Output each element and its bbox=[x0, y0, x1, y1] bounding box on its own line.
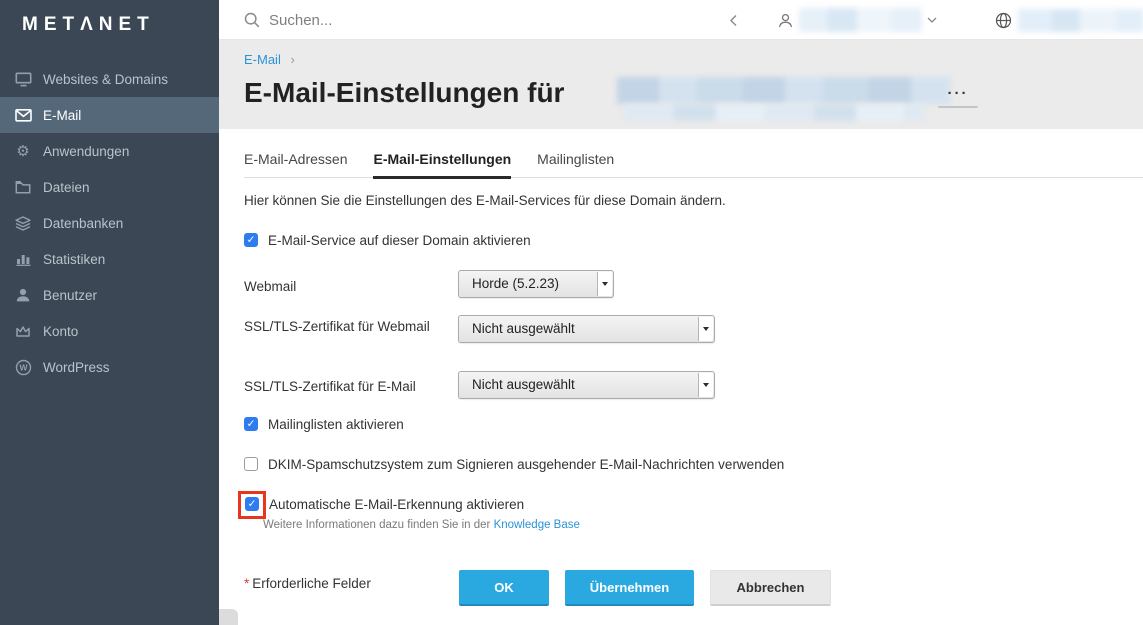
required-fields-note: *Erforderliche Felder bbox=[244, 576, 371, 591]
sidebar-item-label: Datenbanken bbox=[43, 216, 123, 231]
sidebar-item-label: Anwendungen bbox=[43, 144, 129, 159]
dkim-row: DKIM-Spamschutzsystem zum Signieren ausg… bbox=[244, 457, 784, 472]
search-input[interactable] bbox=[269, 12, 459, 29]
sidebar-item-label: Statistiken bbox=[43, 252, 105, 267]
ssl-email-label: SSL/TLS-Zertifikat für E-Mail bbox=[244, 377, 436, 398]
wordpress-icon: W bbox=[14, 358, 32, 376]
sidebar-item-wordpress[interactable]: W WordPress bbox=[0, 349, 219, 385]
autodiscover-row: Automatische E-Mail-Erkennung aktivieren bbox=[245, 497, 524, 512]
dropdown-arrow-icon bbox=[597, 272, 612, 296]
more-options-button[interactable]: ··· bbox=[938, 84, 978, 108]
breadcrumb: E-Mail › bbox=[244, 52, 295, 67]
cancel-button[interactable]: Abbrechen bbox=[710, 570, 831, 606]
dkim-label: DKIM-Spamschutzsystem zum Signieren ausg… bbox=[268, 457, 784, 472]
breadcrumb-email-link[interactable]: E-Mail bbox=[244, 52, 281, 67]
intro-text: Hier können Sie die Einstellungen des E-… bbox=[244, 193, 726, 208]
sidebar-item-konto[interactable]: Konto bbox=[0, 313, 219, 349]
metanet-logo: METΛNET bbox=[22, 14, 155, 36]
scroll-corner bbox=[219, 609, 238, 625]
bar-chart-icon bbox=[14, 250, 32, 268]
sidebar-nav: Websites & Domains E-Mail ⚙ Anwendungen … bbox=[0, 61, 219, 385]
autodiscover-label: Automatische E-Mail-Erkennung aktivieren bbox=[269, 497, 524, 512]
tab-mailinglisten[interactable]: Mailinglisten bbox=[537, 151, 614, 179]
sidebar-item-statistiken[interactable]: Statistiken bbox=[0, 241, 219, 277]
search-bar bbox=[244, 0, 459, 40]
crown-icon bbox=[14, 322, 32, 340]
main-content: E-Mail-Adressen E-Mail-Einstellungen Mai… bbox=[219, 129, 1143, 625]
page-title: E-Mail-Einstellungen für bbox=[244, 77, 564, 109]
monitor-icon bbox=[14, 70, 32, 88]
red-highlight-annotation bbox=[238, 491, 266, 519]
search-icon bbox=[244, 12, 260, 28]
mailinglists-label: Mailinglisten aktivieren bbox=[268, 417, 404, 432]
email-service-checkbox[interactable] bbox=[244, 233, 258, 247]
globe-icon bbox=[995, 12, 1012, 29]
sidebar-item-email[interactable]: E-Mail bbox=[0, 97, 219, 133]
sidebar-item-label: WordPress bbox=[43, 360, 110, 375]
svg-text:W: W bbox=[19, 362, 28, 372]
email-service-label: E-Mail-Service auf dieser Domain aktivie… bbox=[268, 233, 531, 248]
user-menu[interactable] bbox=[778, 8, 937, 32]
webmail-select-value: Horde (5.2.23) bbox=[472, 276, 559, 291]
required-asterisk: * bbox=[244, 576, 249, 591]
dkim-checkbox[interactable] bbox=[244, 457, 258, 471]
envelope-icon bbox=[14, 106, 32, 124]
user-icon bbox=[14, 286, 32, 304]
chevron-down-icon bbox=[927, 17, 937, 23]
sidebar-item-datenbanken[interactable]: Datenbanken bbox=[0, 205, 219, 241]
ssl-email-select-value: Nicht ausgewählt bbox=[472, 377, 575, 392]
webmail-label: Webmail bbox=[244, 277, 436, 298]
hint-text: Weitere Informationen dazu finden Sie in… bbox=[263, 519, 490, 531]
knowledge-base-link[interactable]: Knowledge Base bbox=[494, 519, 580, 531]
sidebar-item-label: E-Mail bbox=[43, 108, 81, 123]
chevron-left-icon[interactable] bbox=[729, 14, 738, 27]
dropdown-arrow-icon bbox=[698, 317, 713, 341]
ssl-email-select[interactable]: Nicht ausgewählt bbox=[458, 371, 715, 399]
sidebar-item-label: Dateien bbox=[43, 180, 90, 195]
redacted-domain-name bbox=[1018, 9, 1143, 32]
required-text: Erforderliche Felder bbox=[252, 576, 371, 591]
layers-icon bbox=[14, 214, 32, 232]
sidebar: METΛNET Websites & Domains E-Mail ⚙ Anwe… bbox=[0, 0, 219, 625]
breadcrumb-separator: › bbox=[290, 52, 294, 67]
sidebar-item-benutzer[interactable]: Benutzer bbox=[0, 277, 219, 313]
folder-icon bbox=[14, 178, 32, 196]
gear-icon: ⚙ bbox=[14, 142, 32, 160]
dropdown-arrow-icon bbox=[698, 373, 713, 397]
topbar-right bbox=[729, 0, 1143, 40]
ssl-webmail-select-value: Nicht ausgewählt bbox=[472, 321, 575, 336]
redacted-user-name bbox=[799, 8, 921, 32]
webmail-select[interactable]: Horde (5.2.23) bbox=[458, 270, 614, 298]
page-header: E-Mail › E-Mail-Einstellungen für ··· bbox=[219, 40, 1143, 129]
redacted-domain-title-lower bbox=[624, 104, 924, 121]
topbar bbox=[219, 0, 1143, 40]
tab-email-adressen[interactable]: E-Mail-Adressen bbox=[244, 151, 347, 179]
tab-email-einstellungen[interactable]: E-Mail-Einstellungen bbox=[373, 151, 511, 179]
person-icon bbox=[778, 13, 793, 28]
redacted-domain-title bbox=[617, 77, 950, 104]
autodiscover-hint: Weitere Informationen dazu finden Sie in… bbox=[263, 519, 580, 531]
sidebar-item-label: Konto bbox=[43, 324, 78, 339]
sidebar-item-dateien[interactable]: Dateien bbox=[0, 169, 219, 205]
tab-bar: E-Mail-Adressen E-Mail-Einstellungen Mai… bbox=[244, 151, 1143, 178]
email-service-row: E-Mail-Service auf dieser Domain aktivie… bbox=[244, 233, 531, 248]
ssl-webmail-label: SSL/TLS-Zertifikat für Webmail bbox=[244, 317, 436, 338]
action-buttons: OK Übernehmen Abbrechen bbox=[459, 570, 831, 606]
sidebar-item-label: Websites & Domains bbox=[43, 72, 168, 87]
apply-button[interactable]: Übernehmen bbox=[565, 570, 694, 606]
locale-menu[interactable] bbox=[995, 9, 1143, 32]
mailinglists-checkbox[interactable] bbox=[244, 417, 258, 431]
sidebar-item-websites-domains[interactable]: Websites & Domains bbox=[0, 61, 219, 97]
ok-button[interactable]: OK bbox=[459, 570, 549, 606]
ssl-webmail-select[interactable]: Nicht ausgewählt bbox=[458, 315, 715, 343]
sidebar-item-anwendungen[interactable]: ⚙ Anwendungen bbox=[0, 133, 219, 169]
sidebar-item-label: Benutzer bbox=[43, 288, 97, 303]
mailinglists-row: Mailinglisten aktivieren bbox=[244, 417, 404, 432]
